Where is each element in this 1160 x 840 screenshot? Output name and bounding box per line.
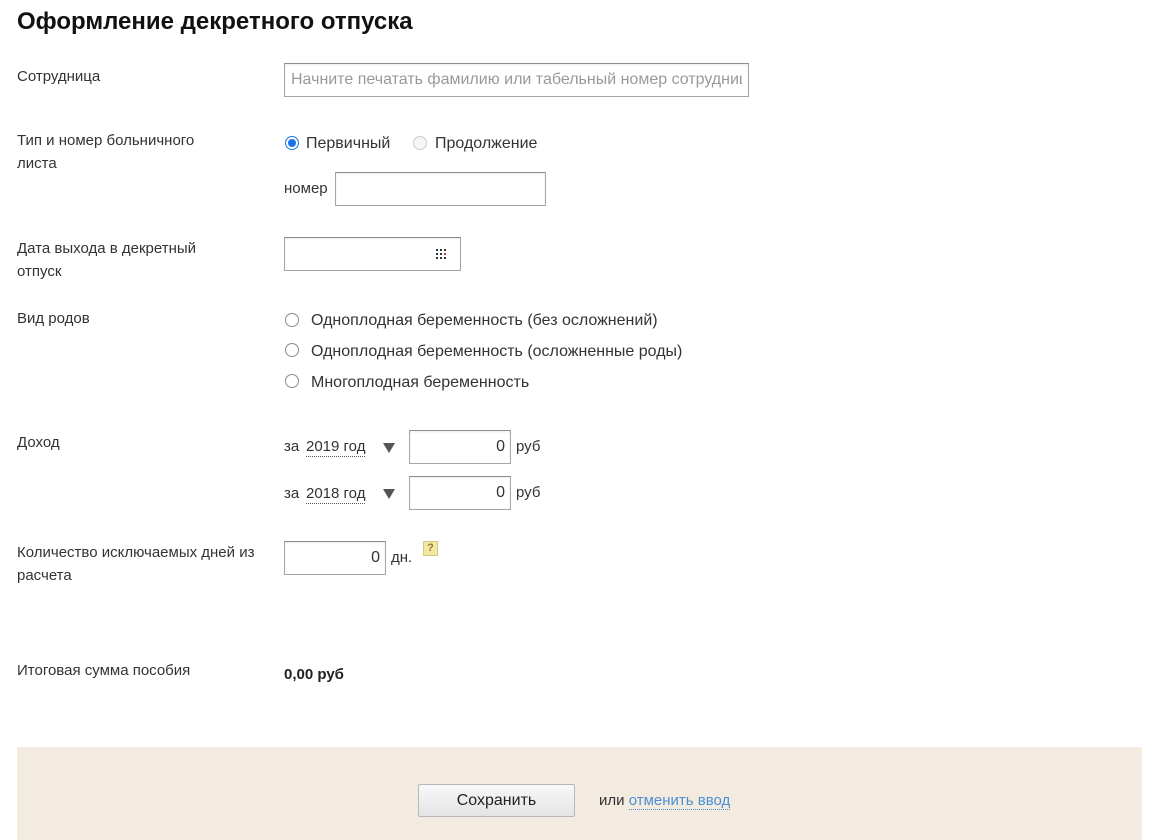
radio-primary[interactable]: [285, 136, 299, 150]
radio-primary-label: Первичный: [306, 135, 391, 152]
chevron-down-icon[interactable]: [383, 443, 395, 453]
radio-continuation[interactable]: [413, 136, 427, 150]
cancel-link[interactable]: отменить ввод: [628, 792, 731, 810]
radio-continuation-label: Продолжение: [435, 135, 538, 152]
radio-single-normal[interactable]: [285, 313, 299, 327]
income-unit: руб: [516, 484, 541, 501]
income-2018-input[interactable]: [409, 476, 511, 510]
days-unit: дн.: [391, 549, 413, 566]
form-footer: Сохранить или отменить ввод: [17, 747, 1142, 840]
sick-leave-number-input[interactable]: [335, 172, 546, 206]
leave-date-input[interactable]: [284, 237, 461, 271]
chevron-down-icon[interactable]: [383, 489, 395, 499]
income-prefix: за: [284, 485, 300, 502]
radio-single-normal-label: Одноплодная беременность (без осложнений…: [311, 312, 658, 329]
income-year-select-2018[interactable]: 2018 год: [306, 485, 366, 504]
employee-search-input[interactable]: [284, 63, 749, 97]
total-label: Итоговая сумма пособия: [17, 662, 191, 679]
radio-multiple-label: Многоплодная беременность: [311, 374, 530, 391]
income-prefix: за: [284, 438, 300, 455]
employee-label: Сотрудница: [17, 68, 101, 85]
calendar-icon[interactable]: [436, 249, 448, 259]
birth-type-label: Вид родов: [17, 310, 90, 327]
number-label: номер: [284, 180, 328, 197]
leave-date-label: Дата выхода в декретный отпуск: [17, 240, 197, 280]
or-text: или: [599, 792, 625, 809]
excluded-days-label: Количество исключаемых дней из расчета: [17, 544, 255, 584]
help-icon[interactable]: ?: [423, 541, 438, 556]
income-year-select-2019[interactable]: 2019 год: [306, 438, 366, 457]
radio-single-complicated-label: Одноплодная беременность (осложненные ро…: [311, 343, 683, 360]
income-unit: руб: [516, 438, 541, 455]
total-value: 0,00 руб: [284, 666, 344, 683]
income-label: Доход: [17, 434, 60, 451]
sick-leave-label: Тип и номер больничного листа: [17, 132, 195, 172]
page-title: Оформление декретного отпуска: [17, 8, 413, 35]
income-2019-input[interactable]: [409, 430, 511, 464]
save-button[interactable]: Сохранить: [418, 784, 575, 817]
excluded-days-input[interactable]: [284, 541, 386, 575]
radio-multiple[interactable]: [285, 374, 299, 388]
radio-single-complicated[interactable]: [285, 343, 299, 357]
footer-text: или отменить ввод: [599, 792, 731, 810]
